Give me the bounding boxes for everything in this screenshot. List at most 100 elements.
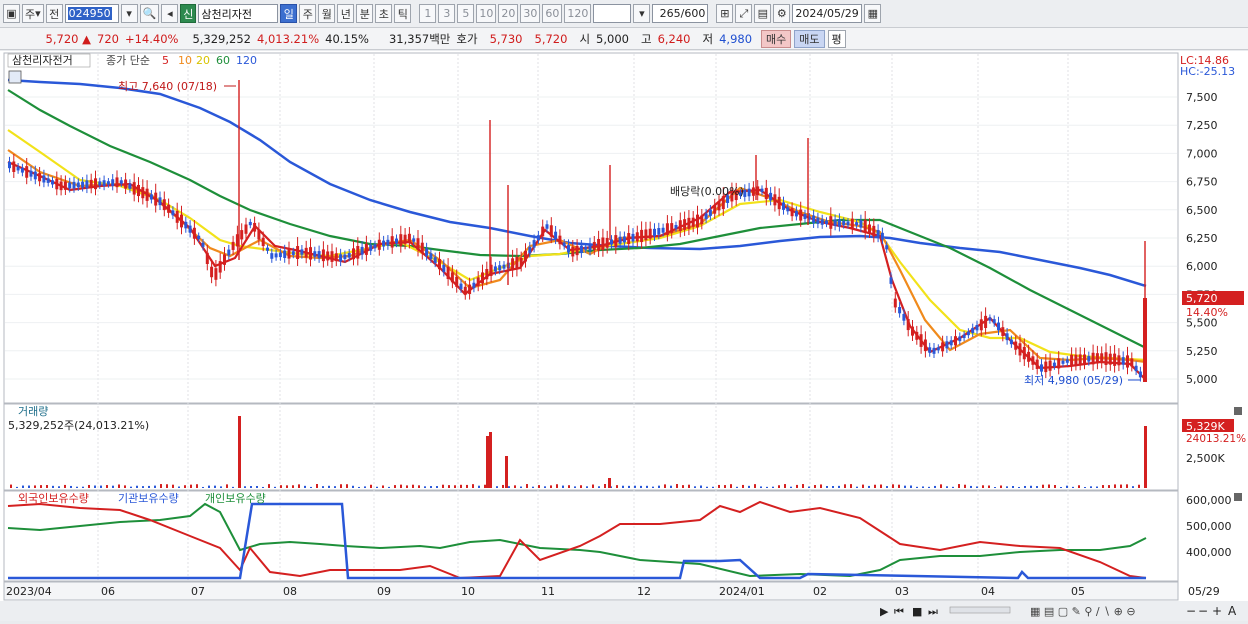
credit-badge: 신 bbox=[180, 4, 197, 23]
buy-button[interactable]: 매수 bbox=[761, 29, 792, 48]
sound-icon[interactable]: ◂ bbox=[161, 4, 179, 23]
zoom-out-icon[interactable]: − bbox=[1186, 604, 1196, 618]
candle-body bbox=[192, 227, 196, 239]
line-tool-icon[interactable]: ⤢ bbox=[735, 4, 753, 23]
volume-bar bbox=[94, 485, 96, 488]
volume-bar bbox=[106, 485, 108, 488]
price-marker-pct: 14.40% bbox=[1186, 306, 1228, 319]
period-mode-select[interactable]: 주 ▾ bbox=[22, 4, 44, 23]
tab-tick[interactable]: 틱 bbox=[394, 4, 412, 23]
volume-bar bbox=[544, 486, 546, 488]
last-page-icon[interactable]: ⏭ bbox=[928, 605, 938, 618]
holdings-close-icon[interactable] bbox=[1234, 493, 1242, 501]
candle-body bbox=[850, 218, 854, 229]
volume-bar bbox=[562, 485, 564, 488]
first-page-icon[interactable]: ⏮ bbox=[894, 605, 904, 618]
stop-icon[interactable]: ■ bbox=[912, 605, 922, 618]
volume-bar bbox=[892, 484, 894, 488]
window-menu-icon[interactable]: ▣ bbox=[3, 4, 20, 23]
tab-month[interactable]: 월 bbox=[318, 4, 336, 23]
calendar-icon[interactable]: ▦ bbox=[864, 4, 882, 23]
date-input[interactable]: 2024/05/29 bbox=[792, 4, 863, 23]
sell-button[interactable]: 매도 bbox=[794, 29, 825, 48]
bar-count-field[interactable]: 265/600 bbox=[652, 4, 709, 23]
volume-bar bbox=[1108, 485, 1110, 488]
turnover-rate: 40.15% bbox=[325, 31, 369, 46]
font-size-icon[interactable]: A bbox=[1228, 604, 1237, 618]
candle-body bbox=[945, 341, 949, 349]
tab-day[interactable]: 일 bbox=[280, 4, 298, 23]
gear-icon[interactable]: ⚙ bbox=[773, 4, 791, 23]
tab-second[interactable]: 초 bbox=[375, 4, 393, 23]
zoom-slider[interactable] bbox=[949, 606, 1011, 614]
minute-10[interactable]: 10 bbox=[476, 4, 497, 23]
legend-ma5: 5 bbox=[162, 54, 169, 67]
chart-svg[interactable]: 삼천리자전거 종가 단순 5 10 20 60 120 최고 7,640 (07… bbox=[0, 51, 1248, 621]
candle-body bbox=[188, 225, 192, 233]
volume-bar bbox=[250, 486, 252, 488]
candle-icon[interactable]: ⊞ bbox=[716, 4, 734, 23]
tab-minute[interactable]: 분 bbox=[356, 4, 374, 23]
volume-bar bbox=[382, 485, 384, 488]
volume-bar bbox=[580, 485, 582, 488]
candle-body bbox=[352, 248, 355, 260]
volume-bar bbox=[898, 484, 900, 488]
plus-icon[interactable]: + bbox=[1212, 604, 1222, 618]
volume-bar bbox=[538, 485, 540, 488]
table-toggle-icon[interactable] bbox=[8, 70, 22, 84]
volume-bar-spike bbox=[1144, 426, 1147, 488]
tool-icons[interactable]: ▦ ▤ ▢ ✎ ⚲ ∕ ∖ ⊕ ⊖ bbox=[1030, 605, 1136, 618]
tab-week[interactable]: 주 bbox=[299, 4, 317, 23]
volume-bar bbox=[730, 484, 732, 488]
candle-body bbox=[472, 282, 476, 289]
minute-120[interactable]: 120 bbox=[564, 4, 592, 23]
chart-area[interactable]: 삼천리자전거 종가 단순 5 10 20 60 120 최고 7,640 (07… bbox=[0, 51, 1248, 621]
scroll-right-icon[interactable]: ▶ bbox=[880, 605, 889, 618]
candle-body bbox=[1070, 354, 1074, 366]
volume-bar bbox=[244, 486, 246, 488]
candle-body bbox=[653, 228, 656, 237]
volume-bar bbox=[856, 486, 858, 488]
eval-button[interactable]: 평 bbox=[827, 29, 846, 48]
volume-bar bbox=[124, 485, 126, 488]
minus-icon[interactable]: − bbox=[1198, 604, 1208, 618]
candle-body bbox=[158, 197, 162, 206]
whole-button[interactable]: 전 bbox=[45, 4, 63, 23]
volume-bar bbox=[118, 484, 120, 488]
candle-body bbox=[485, 268, 489, 280]
stock-name-field[interactable]: 삼천리자전 bbox=[198, 4, 279, 23]
volume-close-icon[interactable] bbox=[1234, 407, 1242, 415]
bar-total-value: /600 bbox=[680, 7, 706, 20]
minute-20[interactable]: 20 bbox=[498, 4, 519, 23]
save-icon[interactable]: ▤ bbox=[754, 4, 772, 23]
custom-period-dropdown[interactable]: ▾ bbox=[633, 4, 651, 23]
candle-body bbox=[403, 234, 407, 244]
candle-body bbox=[360, 246, 364, 255]
volume-bar bbox=[316, 484, 318, 488]
search-icon[interactable]: 🔍 bbox=[139, 4, 160, 23]
minute-30[interactable]: 30 bbox=[520, 4, 541, 23]
volume-bar bbox=[178, 486, 180, 488]
candle-body bbox=[915, 331, 919, 340]
candle-body bbox=[197, 235, 201, 239]
minute-3[interactable]: 3 bbox=[438, 4, 456, 23]
volume-bar bbox=[64, 484, 66, 488]
last-candle-body bbox=[1143, 298, 1147, 382]
volume-bar bbox=[664, 484, 666, 488]
volume-bar bbox=[214, 485, 216, 488]
code-dropdown-icon[interactable]: ▾ bbox=[120, 4, 138, 23]
stock-code-input[interactable]: 024950 bbox=[64, 4, 119, 23]
minute-60[interactable]: 60 bbox=[542, 4, 563, 23]
volume-bar bbox=[700, 485, 702, 488]
legend-institution: 기관보유수량 bbox=[118, 492, 179, 505]
custom-period-input[interactable] bbox=[593, 4, 632, 23]
x-axis-bar bbox=[3, 581, 1179, 601]
candle-body bbox=[605, 237, 609, 248]
candle-body bbox=[330, 251, 334, 262]
tab-year[interactable]: 년 bbox=[337, 4, 355, 23]
minute-5[interactable]: 5 bbox=[457, 4, 475, 23]
candle-body bbox=[1134, 365, 1138, 372]
candle-body bbox=[274, 253, 278, 258]
minute-1[interactable]: 1 bbox=[419, 4, 437, 23]
volume-bar-spike bbox=[489, 432, 492, 488]
